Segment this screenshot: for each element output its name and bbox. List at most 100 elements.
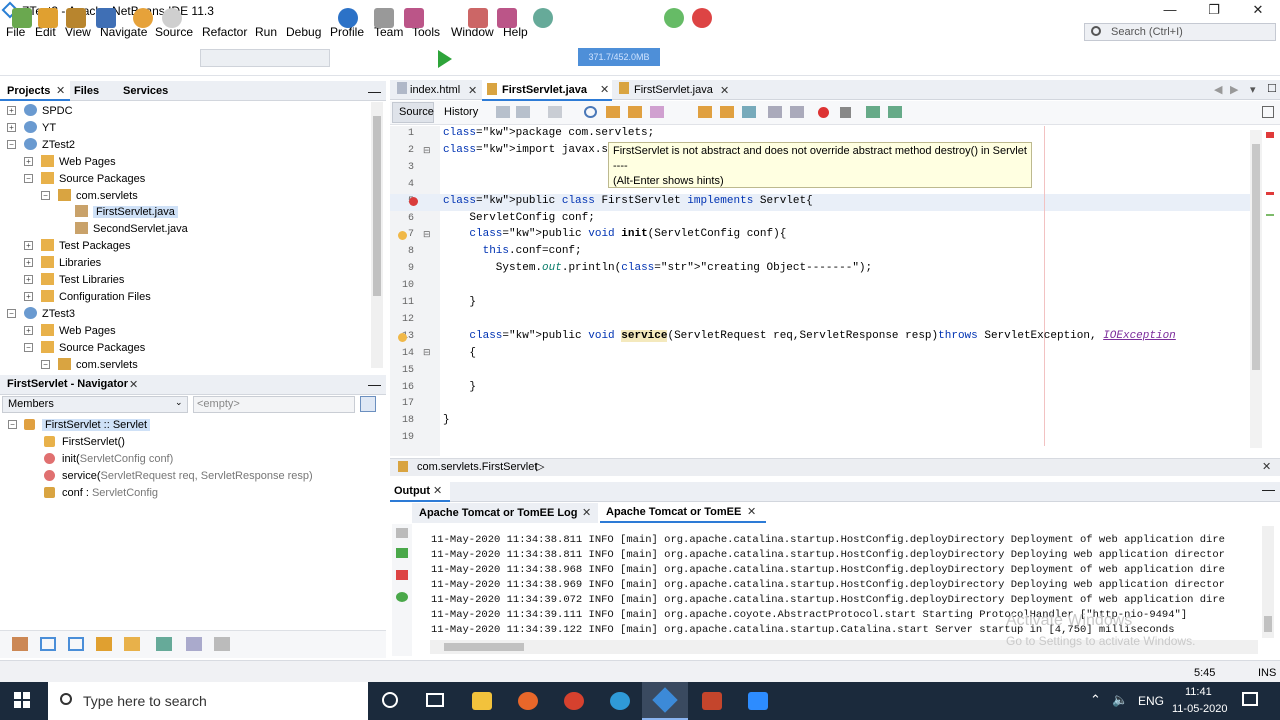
navigator-item[interactable]: FirstServlet() [0, 434, 380, 450]
filter-fields-icon[interactable] [40, 637, 56, 651]
log-line[interactable]: 11-May-2020 11:34:38.968 INFO [main] org… [431, 564, 1259, 576]
hint-bulb-icon[interactable] [398, 231, 407, 240]
expand-toggle-icon[interactable]: − [7, 308, 16, 318]
open-project-icon[interactable] [66, 8, 86, 28]
change-stripe-marker[interactable] [1266, 214, 1274, 216]
expand-toggle-icon[interactable]: + [7, 122, 16, 132]
menu-refactor[interactable]: Refactor [202, 25, 247, 39]
tree-item[interactable]: − com.servlets [0, 357, 370, 373]
chevron-up-icon[interactable]: ⌃ [1090, 692, 1101, 708]
log-line[interactable]: 11-May-2020 11:34:38.811 INFO [main] org… [431, 534, 1259, 546]
sort-source-icon[interactable] [186, 637, 202, 651]
tab-firstservlet-active[interactable]: FirstServlet.java ✕ [482, 80, 612, 101]
expand-toggle-icon[interactable]: − [7, 139, 16, 149]
fold-toggle-icon[interactable]: ⊟ [423, 229, 431, 240]
output-vscrollbar[interactable] [1262, 526, 1274, 638]
back-icon[interactable] [516, 106, 530, 118]
expand-toggle-icon[interactable]: + [24, 325, 33, 335]
code-line[interactable]: class="kw">public void service(ServletRe… [443, 329, 1176, 342]
fold-toggle-icon[interactable]: ⊟ [423, 347, 431, 358]
code-line[interactable]: class="kw">public void init(ServletConfi… [443, 228, 786, 240]
scroll-tabs-right-icon[interactable]: ▶ [1230, 83, 1238, 96]
menu-run[interactable]: Run [255, 25, 277, 39]
tree-item[interactable]: − Source Packages [0, 340, 370, 356]
shift-right-icon[interactable] [790, 106, 804, 118]
rerun-icon[interactable] [396, 548, 408, 558]
navigator-filter[interactable]: <empty> [193, 396, 355, 413]
maximize-editor-icon[interactable]: □ [1268, 80, 1276, 95]
code-line[interactable]: } [443, 296, 476, 308]
redo-icon[interactable] [162, 8, 182, 28]
fold-toggle-icon[interactable]: ⊟ [423, 145, 431, 156]
find-icon[interactable] [584, 106, 597, 118]
code-line[interactable]: this.conf=conf; [443, 245, 582, 257]
tree-item[interactable]: + Web Pages [0, 154, 370, 170]
tree-item[interactable]: + Test Libraries [0, 272, 370, 288]
netbeans-taskbar-button[interactable] [642, 682, 688, 720]
scroll-tabs-left-icon[interactable]: ◀ [1214, 83, 1222, 96]
code-line[interactable]: ServletConfig conf; [443, 212, 594, 224]
error-stripe-marker[interactable] [1266, 192, 1274, 195]
tree-item[interactable]: SecondServlet.java [0, 221, 370, 237]
filter-static-icon[interactable] [68, 637, 84, 651]
uncomment-icon[interactable] [888, 106, 902, 118]
code-line[interactable]: { [443, 347, 476, 359]
stop-macro-icon[interactable] [840, 107, 851, 118]
expand-toggle-icon[interactable]: − [24, 342, 33, 352]
tab-index-html[interactable]: index.html ✕ [392, 81, 480, 100]
projects-scrollbar[interactable] [371, 102, 383, 368]
search-input[interactable]: Search (Ctrl+I) [1084, 23, 1276, 41]
toggle-bookmark-icon[interactable] [742, 106, 756, 118]
expand-toggle-icon[interactable]: + [24, 275, 33, 284]
menu-debug[interactable]: Debug [286, 25, 321, 39]
tree-item[interactable]: − Source Packages [0, 171, 370, 187]
expand-toggle-icon[interactable]: − [41, 359, 50, 369]
find-next-icon[interactable] [628, 106, 642, 118]
tree-item[interactable]: − ZTest3 [0, 306, 370, 322]
apply-changes-icon[interactable] [533, 8, 553, 28]
last-edit-icon[interactable] [496, 106, 510, 118]
close-icon[interactable]: ✕ [720, 84, 729, 97]
code-line[interactable]: class="kw">public class FirstServlet imp… [443, 195, 813, 207]
firefox-icon[interactable] [518, 692, 538, 710]
navigator-item[interactable]: conf : ServletConfig [0, 485, 380, 501]
profile-icon[interactable] [497, 8, 517, 28]
tab-output[interactable]: Output ✕ [390, 482, 450, 502]
split-editor-icon[interactable] [1262, 106, 1274, 118]
tab-projects[interactable]: Projects ✕ [0, 81, 70, 101]
close-icon[interactable]: ✕ [600, 83, 609, 96]
breadcrumb[interactable]: com.servlets.FirstServlet [417, 461, 537, 473]
notification-icon[interactable] [1242, 692, 1258, 706]
chevron-right-icon[interactable]: ▷ [536, 460, 544, 473]
tree-item[interactable]: + Libraries [0, 255, 370, 271]
minimize-panel-icon[interactable]: — [368, 377, 381, 392]
close-icon[interactable]: ✕ [1262, 460, 1271, 473]
navigator-item[interactable]: service(ServletRequest req, ServletRespo… [0, 468, 380, 484]
stop-icon[interactable] [396, 570, 408, 580]
gc-icon[interactable] [664, 8, 684, 28]
tab-tomcat[interactable]: Apache Tomcat or TomEE ✕ [600, 503, 766, 523]
source-button[interactable]: Source [392, 102, 434, 123]
expand-toggle-icon[interactable]: − [24, 173, 33, 183]
undo-icon[interactable] [133, 8, 153, 28]
file-explorer-icon[interactable] [472, 692, 492, 710]
comment-icon[interactable] [866, 106, 880, 118]
build-icon[interactable] [374, 8, 394, 28]
filter-inherited-icon[interactable] [12, 637, 28, 651]
history-button[interactable]: History [444, 106, 478, 118]
members-select[interactable]: Members ⌄ [2, 396, 188, 413]
windows-start-icon[interactable] [14, 692, 30, 708]
expand-toggle-icon[interactable]: − [41, 190, 50, 200]
tree-item[interactable]: − ZTest2 [0, 137, 370, 153]
tree-item[interactable]: − com.servlets [0, 188, 370, 204]
error-badge-icon[interactable] [409, 197, 418, 206]
filter-nonpublic-icon[interactable] [96, 637, 112, 651]
speaker-icon[interactable]: 🔈 [1112, 692, 1128, 708]
code-line[interactable]: } [443, 414, 450, 426]
close-icon[interactable]: ✕ [582, 506, 591, 519]
maximize-button[interactable]: ❐ [1192, 0, 1236, 22]
editor-scrollbar[interactable] [1250, 130, 1262, 448]
minimize-button[interactable]: — [1148, 0, 1192, 22]
navigator-item[interactable]: init(ServletConfig conf) [0, 451, 380, 467]
refresh-icon[interactable] [396, 592, 408, 602]
